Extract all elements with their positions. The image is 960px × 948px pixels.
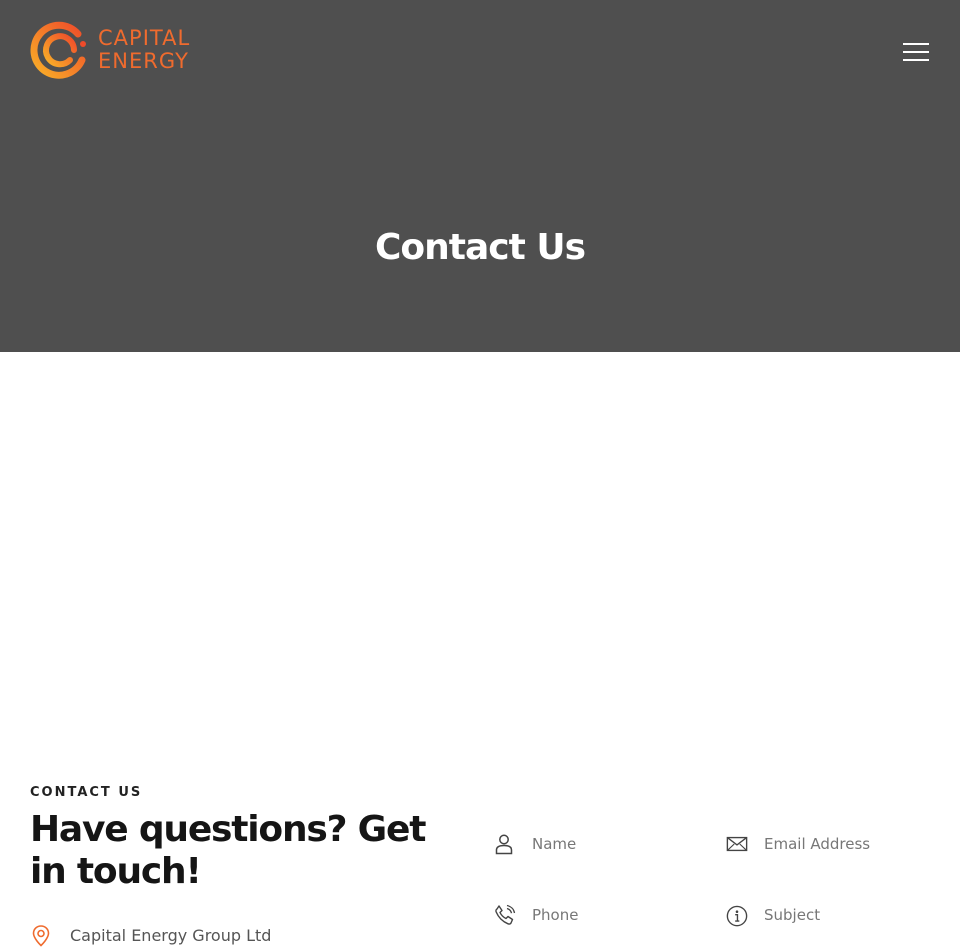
page-title: Contact Us: [374, 227, 586, 268]
menu-bar-bottom: [903, 59, 929, 61]
hamburger-menu-icon[interactable]: [903, 41, 931, 63]
company-name: Capital Energy Group Ltd: [70, 925, 272, 945]
logo-line-2: ENERGY: [98, 49, 189, 73]
menu-bar-middle: [903, 51, 929, 53]
name-field[interactable]: [494, 833, 682, 855]
menu-bar-top: [903, 43, 929, 45]
email-input[interactable]: [764, 835, 914, 853]
subject-field[interactable]: [726, 904, 914, 927]
page-header: CAPITAL ENERGY Contact Us: [0, 0, 960, 352]
email-field[interactable]: [726, 833, 914, 855]
user-icon: [494, 833, 516, 855]
envelope-icon: [726, 833, 748, 855]
map-pin-icon: [30, 924, 52, 947]
info-icon: [726, 904, 748, 927]
section-heading: Have questions? Get in touch!: [30, 809, 426, 892]
capital-energy-logo[interactable]: CAPITAL ENERGY: [30, 20, 190, 80]
logo-line-1: CAPITAL: [98, 26, 191, 50]
phone-icon: [494, 904, 516, 926]
logo-mark-icon: [30, 21, 86, 79]
name-input[interactable]: [532, 835, 682, 853]
phone-input[interactable]: [532, 906, 682, 924]
company-address: Capital Energy Group Ltd: [30, 924, 272, 947]
logo-wordmark: CAPITAL ENERGY: [98, 27, 190, 73]
section-eyebrow: CONTACT US: [30, 785, 143, 800]
subject-input[interactable]: [764, 906, 914, 924]
phone-field[interactable]: [494, 904, 682, 926]
